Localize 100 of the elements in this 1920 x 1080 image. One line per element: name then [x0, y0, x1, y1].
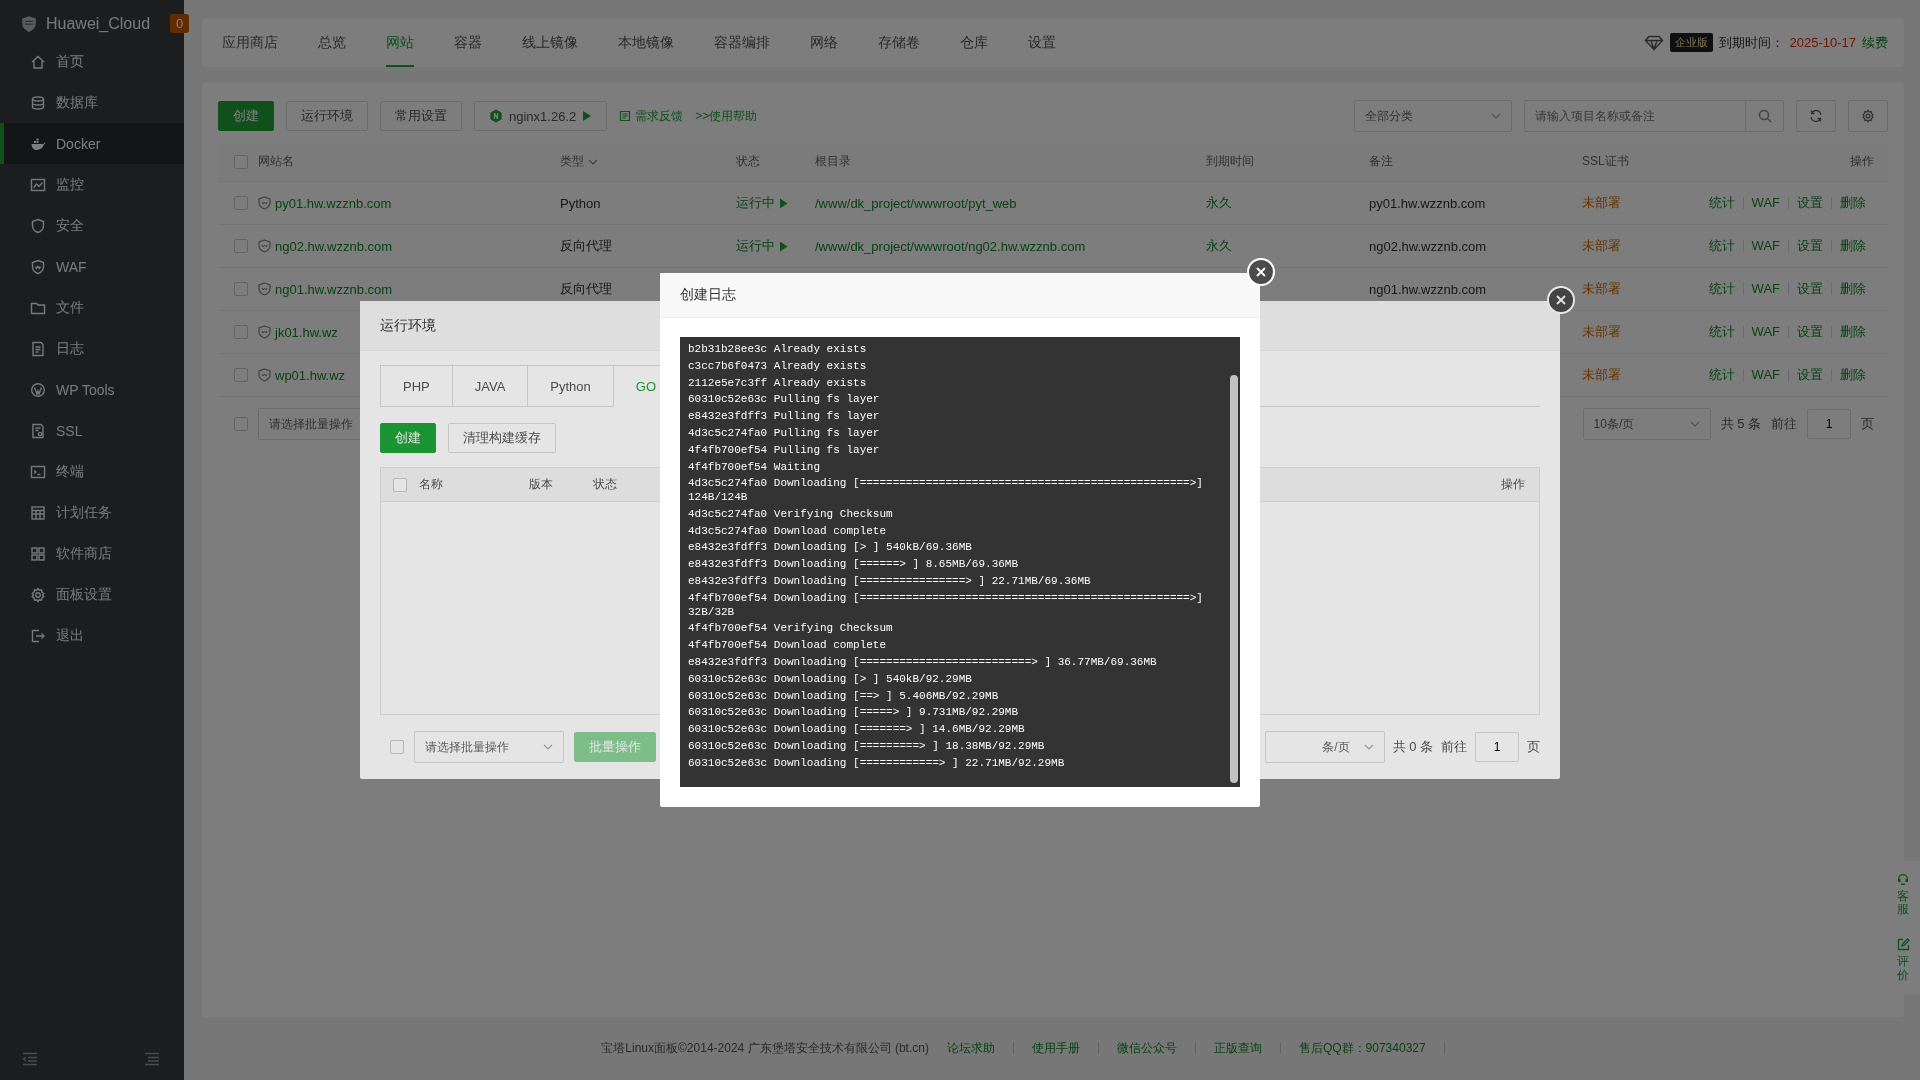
- action-link[interactable]: 删除: [1831, 369, 1874, 381]
- footer-link[interactable]: 论坛求助: [928, 1042, 1014, 1055]
- sidebar-item[interactable]: Docker: [0, 123, 184, 164]
- footer-link[interactable]: 售后QQ群：907340327: [1280, 1042, 1445, 1055]
- site-link[interactable]: wp01.hw.wz: [275, 367, 346, 383]
- sidebar-item[interactable]: 数据库: [0, 82, 184, 123]
- create-button[interactable]: 创建: [218, 101, 274, 131]
- footer-link[interactable]: 正版查询: [1195, 1042, 1281, 1055]
- sidebar-item[interactable]: 安全: [0, 205, 184, 246]
- category-select[interactable]: 全部分类: [1354, 100, 1512, 132]
- sidebar-item[interactable]: 退出: [0, 615, 184, 656]
- action-link[interactable]: 删除: [1831, 283, 1874, 295]
- create-button[interactable]: 创建: [380, 423, 436, 453]
- ssl-link[interactable]: 未部署: [1582, 366, 1621, 384]
- expiry-link[interactable]: 永久: [1206, 194, 1232, 212]
- batch-button[interactable]: 批量操作: [574, 732, 656, 762]
- action-link[interactable]: 统计: [1700, 283, 1743, 295]
- sidebar-item[interactable]: WP Tools: [0, 369, 184, 410]
- action-link[interactable]: 统计: [1700, 369, 1743, 381]
- checkbox[interactable]: [234, 417, 248, 431]
- action-link[interactable]: WAF: [1742, 283, 1788, 295]
- ssl-link[interactable]: 未部署: [1582, 323, 1621, 341]
- sidebar-item[interactable]: 首页: [0, 41, 184, 82]
- toolbar-button[interactable]: 常用设置: [380, 101, 462, 131]
- tab[interactable]: Python: [527, 365, 613, 407]
- sidebar-item[interactable]: 面板设置: [0, 574, 184, 615]
- checkbox[interactable]: [234, 282, 248, 296]
- caret-icon[interactable]: [588, 158, 598, 165]
- checkbox[interactable]: [393, 477, 407, 492]
- collapse-menu-icon[interactable]: [22, 1052, 38, 1066]
- tab[interactable]: 应用商店: [222, 18, 278, 67]
- action-link[interactable]: 设置: [1788, 197, 1831, 209]
- edit-icon[interactable]: [1896, 938, 1910, 952]
- tab[interactable]: 设置: [1028, 18, 1056, 67]
- action-link[interactable]: 统计: [1700, 240, 1743, 252]
- help-link[interactable]: >>使用帮助: [695, 107, 758, 125]
- renew-link[interactable]: 续费: [1862, 33, 1888, 52]
- feedback-link[interactable]: 需求反馈: [619, 107, 684, 125]
- tab[interactable]: 容器: [454, 18, 482, 67]
- play-icon[interactable]: [779, 197, 788, 209]
- sidebar-item[interactable]: 监控: [0, 164, 184, 205]
- page-field[interactable]: 1: [1807, 409, 1851, 439]
- tab[interactable]: 线上镜像: [522, 18, 578, 67]
- sidebar-item[interactable]: 终端: [0, 451, 184, 492]
- checkbox[interactable]: [234, 325, 248, 339]
- checkbox[interactable]: [234, 196, 248, 210]
- action-link[interactable]: WAF: [1742, 197, 1788, 209]
- footer-link[interactable]: 使用手册: [1013, 1042, 1099, 1055]
- sidebar-item[interactable]: WAF: [0, 246, 184, 287]
- tab[interactable]: PHP: [380, 365, 452, 407]
- page-field[interactable]: 1: [1475, 732, 1519, 762]
- tab[interactable]: 本地镜像: [618, 18, 674, 67]
- side-link[interactable]: 客服: [1897, 890, 1909, 917]
- notification-badge[interactable]: 0: [170, 14, 190, 33]
- sidebar-item[interactable]: 计划任务: [0, 492, 184, 533]
- ssl-link[interactable]: 未部署: [1582, 237, 1621, 255]
- action-link[interactable]: WAF: [1742, 369, 1788, 381]
- path-link[interactable]: /www/dk_project/wwwroot/pyt_web: [815, 195, 1017, 211]
- action-link[interactable]: 设置: [1788, 326, 1831, 338]
- tab[interactable]: 网络: [810, 18, 838, 67]
- site-link[interactable]: ng02.hw.wzznb.com: [275, 238, 393, 254]
- checkbox[interactable]: [390, 740, 404, 754]
- search-field[interactable]: 请输入项目名称或备注: [1524, 100, 1784, 132]
- path-link[interactable]: /www/dk_project/wwwroot/ng02.hw.wzznb.com: [815, 238, 1086, 254]
- action-link[interactable]: 删除: [1831, 326, 1874, 338]
- action-link[interactable]: 设置: [1788, 369, 1831, 381]
- tab[interactable]: 网站: [386, 18, 414, 67]
- play-icon[interactable]: [779, 240, 788, 252]
- sidebar-item[interactable]: 文件: [0, 287, 184, 328]
- action-link[interactable]: 统计: [1700, 197, 1743, 209]
- sidebar-item[interactable]: SSL: [0, 410, 184, 451]
- tab[interactable]: 仓库: [960, 18, 988, 67]
- expiry-link[interactable]: 永久: [1206, 237, 1232, 255]
- side-link[interactable]: 评价: [1897, 955, 1909, 982]
- ssl-link[interactable]: 未部署: [1582, 280, 1621, 298]
- menu-icon[interactable]: [144, 1052, 160, 1066]
- tab[interactable]: 容器编排: [714, 18, 770, 67]
- action-link[interactable]: 设置: [1788, 240, 1831, 252]
- sidebar-item[interactable]: 日志: [0, 328, 184, 369]
- action-link[interactable]: 删除: [1831, 197, 1874, 209]
- nginx-button[interactable]: nginx1.26.2: [474, 101, 608, 131]
- checkbox[interactable]: [234, 154, 248, 169]
- site-link[interactable]: jk01.hw.wz: [275, 324, 338, 340]
- headset-icon[interactable]: [1896, 873, 1910, 886]
- scrollbar[interactable]: [1230, 375, 1238, 783]
- footer-link[interactable]: 微信公众号: [1098, 1042, 1196, 1055]
- tab[interactable]: 总览: [318, 18, 346, 67]
- page-size-select[interactable]: 条/页: [1264, 731, 1385, 763]
- action-link[interactable]: 统计: [1700, 326, 1743, 338]
- page-size-select[interactable]: 10条/页: [1582, 408, 1711, 440]
- tab[interactable]: JAVA: [451, 365, 528, 407]
- settings-button[interactable]: [1848, 100, 1888, 132]
- checkbox[interactable]: [234, 368, 248, 382]
- ssl-link[interactable]: 未部署: [1582, 194, 1621, 212]
- clear-cache-button[interactable]: 清理构建缓存: [448, 423, 556, 453]
- toolbar-button[interactable]: 运行环境: [286, 101, 368, 131]
- action-link[interactable]: 设置: [1788, 283, 1831, 295]
- sidebar-item[interactable]: 软件商店: [0, 533, 184, 574]
- site-link[interactable]: py01.hw.wzznb.com: [275, 195, 392, 211]
- refresh-button[interactable]: [1796, 100, 1836, 132]
